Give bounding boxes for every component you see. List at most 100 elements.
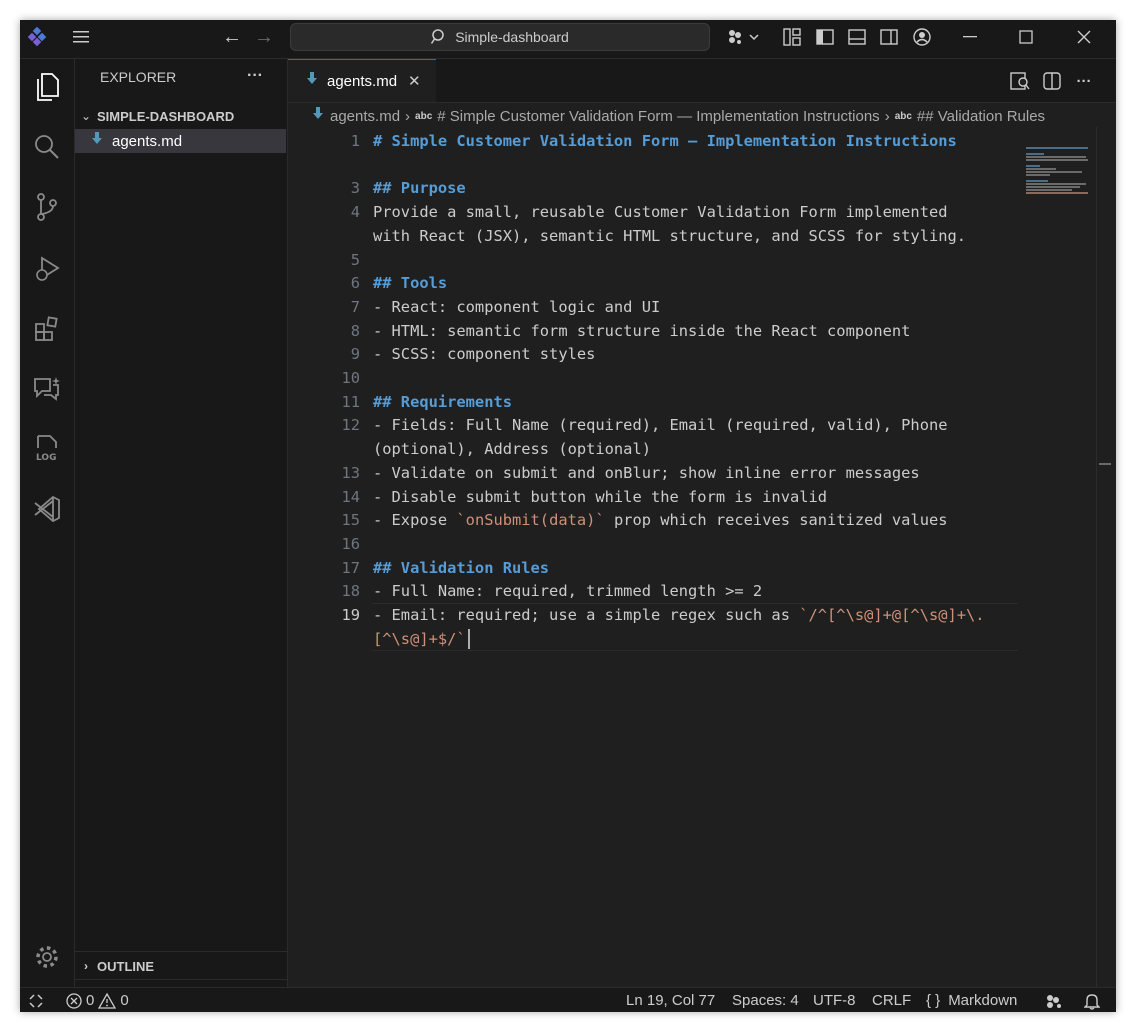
- problems-indicator[interactable]: 0 0: [66, 988, 129, 1012]
- indentation[interactable]: Spaces: 4: [732, 988, 799, 1012]
- error-count: 0: [86, 992, 95, 1009]
- line-text: - Email: required; use a simple regex su…: [373, 606, 800, 624]
- code-line[interactable]: 15 - Expose `onSubmit(data)` prop which r…: [288, 508, 1048, 532]
- code-line[interactable]: 8 - HTML: semantic form structure inside …: [288, 319, 1048, 343]
- folder-header[interactable]: ⌄ SIMPLE-DASHBOARD: [75, 105, 287, 127]
- line-content: [^\s@]+$/`: [373, 627, 470, 651]
- line-content: - React: component logic and UI: [373, 295, 660, 319]
- remote-indicator-icon[interactable]: [28, 988, 44, 1012]
- toggle-secondary-sidebar-icon[interactable]: [877, 25, 901, 49]
- extensions-icon[interactable]: [31, 313, 63, 345]
- menu-icon[interactable]: [70, 26, 94, 48]
- code-line[interactable]: with React (JSX), semantic HTML structur…: [288, 224, 1048, 248]
- visual-studio-icon[interactable]: [31, 493, 63, 525]
- code-line[interactable]: 13 - Validate on submit and onBlur; show …: [288, 461, 1048, 485]
- breadcrumb-file[interactable]: agents.md: [330, 108, 400, 125]
- line-number: 11: [341, 392, 360, 411]
- minimap[interactable]: [1026, 147, 1094, 197]
- explorer-sidebar: EXPLORER ··· ⌄ SIMPLE-DASHBOARD agents.m…: [75, 59, 288, 999]
- settings-gear-icon[interactable]: [31, 941, 63, 973]
- vertical-scrollbar[interactable]: [1096, 127, 1111, 987]
- forward-arrow-icon[interactable]: →: [252, 25, 276, 49]
- markdown-heading: # Simple Customer Validation Form — Impl…: [373, 132, 957, 150]
- split-editor-icon[interactable]: [1040, 69, 1064, 93]
- line-content: # Simple Customer Validation Form — Impl…: [373, 129, 957, 153]
- run-debug-icon[interactable]: [31, 253, 63, 285]
- code-line[interactable]: 4 Provide a small, reusable Customer Vali…: [288, 200, 1048, 224]
- code-line[interactable]: 6 ## Tools: [288, 271, 1048, 295]
- code-line[interactable]: 14 - Disable submit button while the form…: [288, 485, 1048, 509]
- chevron-right-icon: ›: [84, 959, 88, 973]
- inline-code: `/^[^\s@]+@[^\s@]+\.: [799, 606, 985, 624]
- svg-text:LOG: LOG: [36, 453, 56, 463]
- search-icon[interactable]: [31, 131, 63, 163]
- title-bar: ← → Simple-dashboard: [20, 20, 1116, 59]
- line-text: prop which receives sanitized values: [604, 511, 948, 530]
- line-content: (optional), Address (optional): [373, 437, 651, 461]
- line-number: 10: [341, 369, 360, 387]
- language-label: Markdown: [948, 992, 1018, 1009]
- output-log-icon[interactable]: LOG: [31, 433, 63, 465]
- language-mode[interactable]: { } Markdown: [926, 988, 1017, 1012]
- line-text: - HTML: semantic form structure inside t…: [373, 321, 911, 340]
- more-actions-button[interactable]: ···: [247, 67, 263, 85]
- code-line[interactable]: 16: [288, 532, 1048, 556]
- code-line[interactable]: 19 - Email: required; use a simple regex …: [288, 603, 1048, 627]
- close-tab-icon[interactable]: ✕: [408, 72, 421, 90]
- code-line[interactable]: 9 - SCSS: component styles: [288, 342, 1048, 366]
- chevron-right-icon: ›: [884, 107, 890, 125]
- code-line[interactable]: 10: [288, 366, 1048, 390]
- code-line[interactable]: 18 - Full Name: required, trimmed length …: [288, 579, 1048, 603]
- line-number: 12: [341, 416, 360, 435]
- code-line[interactable]: 1 # Simple Customer Validation Form — Imp…: [288, 129, 1048, 153]
- warning-icon: [98, 992, 117, 1009]
- line-number: 17: [341, 558, 360, 577]
- app-logo-icon[interactable]: [26, 26, 48, 48]
- breadcrumb-symbol-2[interactable]: ## Validation Rules: [917, 108, 1045, 125]
- markdown-heading: ## Requirements: [373, 392, 512, 411]
- minimize-icon[interactable]: [958, 25, 982, 49]
- line-number: 4: [350, 203, 360, 222]
- outline-section[interactable]: › OUTLINE: [75, 951, 287, 980]
- code-line[interactable]: 7 - React: component logic and UI: [288, 295, 1048, 319]
- code-line[interactable]: [288, 153, 1048, 177]
- code-line[interactable]: 12 - Fields: Full Name (required), Email …: [288, 413, 1048, 437]
- encoding[interactable]: UTF-8: [813, 988, 856, 1012]
- maximize-icon[interactable]: [1014, 25, 1038, 49]
- account-icon[interactable]: [910, 25, 934, 49]
- file-item[interactable]: agents.md: [75, 129, 286, 153]
- code-line[interactable]: [^\s@]+$/`: [288, 627, 1048, 651]
- markdown-file-icon: [91, 131, 109, 151]
- notifications-bell-icon[interactable]: [1084, 988, 1100, 1012]
- chat-icon[interactable]: [31, 373, 63, 405]
- code-line[interactable]: 17 ## Validation Rules: [288, 556, 1048, 580]
- line-content: with React (JSX), semantic HTML structur…: [373, 224, 966, 248]
- line-ending[interactable]: CRLF: [872, 988, 911, 1012]
- search-icon: [431, 29, 444, 44]
- code-line[interactable]: 3 ## Purpose: [288, 176, 1048, 200]
- copilot-status-icon[interactable]: [1044, 988, 1064, 1012]
- code-line[interactable]: 11 ## Requirements: [288, 390, 1048, 414]
- command-center-search[interactable]: Simple-dashboard: [290, 23, 710, 51]
- vscode-window: ← → Simple-dashboard LOG EXPLORER ··· ⌄ …: [20, 20, 1116, 1012]
- source-control-icon[interactable]: [31, 191, 63, 223]
- close-window-icon[interactable]: [1072, 25, 1096, 49]
- breadcrumb: agents.md › abc # Simple Customer Valida…: [288, 105, 1116, 127]
- cursor-position[interactable]: Ln 19, Col 77: [626, 988, 715, 1012]
- open-preview-icon[interactable]: [1008, 69, 1032, 93]
- back-arrow-icon[interactable]: ←: [220, 25, 244, 49]
- customize-layout-icon[interactable]: [780, 25, 804, 49]
- line-content: ## Requirements: [373, 390, 512, 414]
- line-number: 6: [350, 274, 360, 293]
- tab-agents-md[interactable]: agents.md ✕: [288, 59, 436, 102]
- editor-more-actions[interactable]: ···: [1072, 69, 1096, 93]
- explorer-icon[interactable]: [31, 71, 63, 103]
- copilot-menu-icon[interactable]: [722, 25, 762, 49]
- line-content: ## Purpose: [373, 176, 466, 200]
- toggle-primary-sidebar-icon[interactable]: [813, 25, 837, 49]
- toggle-panel-icon[interactable]: [845, 25, 869, 49]
- code-line[interactable]: (optional), Address (optional): [288, 437, 1048, 461]
- code-line[interactable]: 5: [288, 248, 1048, 272]
- breadcrumb-symbol-1[interactable]: # Simple Customer Validation Form — Impl…: [437, 108, 879, 125]
- line-number: 15: [341, 511, 360, 530]
